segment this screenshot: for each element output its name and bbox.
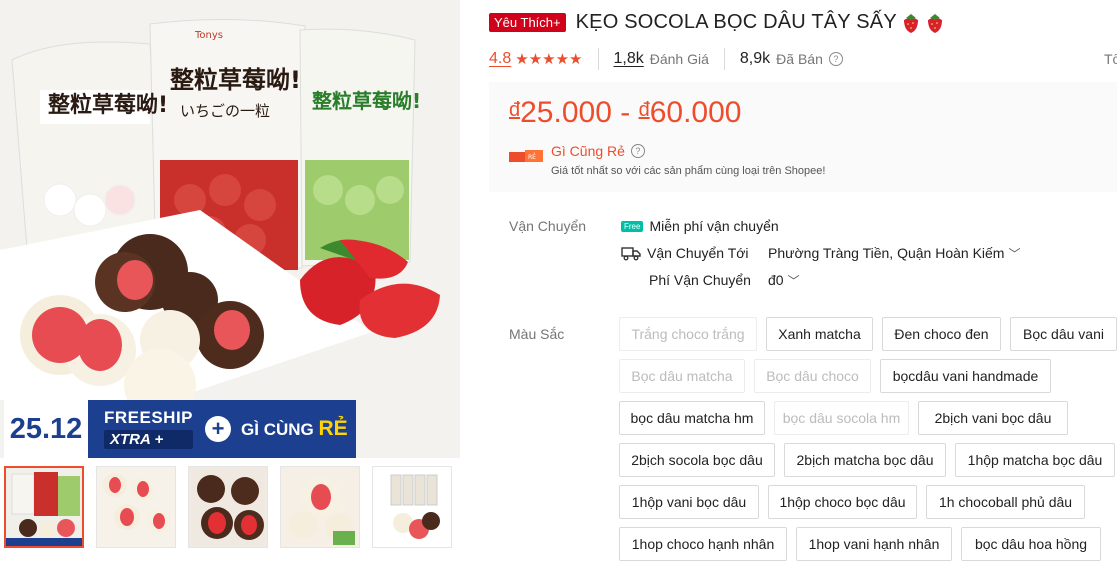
promo-cheap-text: GÌ CÙNG RẺ bbox=[241, 417, 348, 440]
main-product-image[interactable]: 整粒草莓呦! 整粒草莓呦! 整粒草莓呦! いちごの一粒 Tonys bbox=[0, 0, 460, 458]
variation-option[interactable]: Đen choco đen bbox=[882, 317, 1001, 351]
variation-option[interactable]: bọc dâu hoa hồng bbox=[961, 527, 1101, 561]
svg-text:Tonys: Tonys bbox=[194, 30, 223, 41]
variation-option: Trắng choco trắng bbox=[619, 317, 757, 351]
chevron-down-icon: ﹀ bbox=[787, 274, 800, 288]
variation-option[interactable]: 1hop choco hạnh nhân bbox=[619, 527, 787, 561]
truck-icon bbox=[621, 247, 641, 261]
free-shipping-icon: Free bbox=[621, 220, 644, 232]
variation-option[interactable]: 2bịch vani bọc dâu bbox=[918, 401, 1068, 435]
strawberry-icon bbox=[903, 13, 918, 33]
thumbnail-3[interactable] bbox=[188, 466, 268, 548]
svg-text:整粒草莓呦!: 整粒草莓呦! bbox=[170, 66, 301, 94]
plus-icon: + bbox=[205, 416, 232, 442]
thumbnail-5[interactable] bbox=[372, 466, 452, 548]
thumbnail-2[interactable] bbox=[96, 466, 176, 548]
shipping-fee-label: Phí Vận Chuyển bbox=[649, 272, 751, 288]
variation-option: bọc dâu socola hm bbox=[774, 401, 909, 435]
chevron-down-icon: ﹀ bbox=[1008, 247, 1021, 261]
bag-green bbox=[299, 28, 416, 267]
promo-freeship: FREESHIP XTRA + bbox=[104, 408, 194, 449]
variation-option[interactable]: 1hộp vani bọc dâu bbox=[619, 485, 759, 519]
variation-option[interactable]: 1hộp matcha bọc dâu bbox=[955, 443, 1115, 477]
variation-option[interactable]: 1h chocoball phủ dâu bbox=[926, 485, 1085, 519]
gi-cung-re-description: Giá tốt nhất so với các sản phẩm cùng lo… bbox=[551, 165, 826, 177]
svg-text:RẺ: RẺ bbox=[528, 153, 536, 161]
svg-text:整粒草莓呦!: 整粒草莓呦! bbox=[311, 89, 421, 113]
rating-score[interactable]: 4.8 bbox=[489, 50, 511, 68]
help-icon[interactable]: ? bbox=[828, 52, 843, 66]
variation-option: Bọc dâu choco bbox=[754, 359, 871, 393]
variation-option[interactable]: Xanh matcha bbox=[766, 317, 873, 351]
variation-option[interactable]: 2bịch matcha bọc dâu bbox=[784, 443, 946, 477]
rating-stars: ★★★★★ bbox=[515, 51, 583, 68]
rating-row: 4.8 ★★★★★ 1,8k Đánh Giá 8,9k Đã Bán ? bbox=[489, 48, 843, 70]
variation-option[interactable]: bọcdâu vani handmade bbox=[880, 359, 1051, 393]
reviews-count[interactable]: 1,8k bbox=[614, 50, 644, 68]
title-row: Yêu Thích+ KẸO SOCOLA BỌC DÂU TÂY SẤY bbox=[489, 11, 945, 34]
variation-option: Bọc dâu matcha bbox=[619, 359, 745, 393]
divider bbox=[597, 48, 599, 70]
shipping-label: Vận Chuyển bbox=[509, 218, 587, 234]
reviews-label: Đánh Giá bbox=[649, 51, 709, 67]
variation-option[interactable]: Bọc dâu vani bbox=[1010, 317, 1117, 351]
promo-banner[interactable]: 25.12 FREESHIP XTRA + + GÌ CÙNG RẺ bbox=[4, 400, 356, 458]
price-box: đ25.000 - đ60.000 RẺ Gì Cũng Rẻ ? Giá tố… bbox=[489, 82, 1117, 192]
promo-date: 25.12 bbox=[4, 400, 88, 458]
product-title: KẸO SOCOLA BỌC DÂU TÂY SẤY bbox=[575, 11, 897, 33]
product-photo: 整粒草莓呦! 整粒草莓呦! 整粒草莓呦! いちごの一粒 Tonys bbox=[0, 0, 460, 458]
sold-label: Đã Bán bbox=[776, 51, 823, 67]
sold-count: 8,9k bbox=[739, 50, 771, 67]
divider bbox=[723, 48, 725, 70]
svg-text:整粒草莓呦!: 整粒草莓呦! bbox=[48, 92, 168, 118]
thumbnail-4[interactable] bbox=[280, 466, 360, 548]
ship-to-address-dropdown[interactable]: Phường Tràng Tiền, Quận Hoàn Kiếm ﹀ bbox=[768, 245, 1020, 262]
gi-cung-re-logo: RẺ bbox=[509, 150, 543, 162]
xtra-label: XTRA + bbox=[104, 430, 194, 449]
shipping-fee-dropdown[interactable]: đ0 ﹀ bbox=[768, 272, 800, 289]
variation-option[interactable]: 1hop vani hạnh nhân bbox=[796, 527, 952, 561]
help-icon[interactable]: ? bbox=[630, 144, 645, 158]
price-range: đ25.000 - đ60.000 bbox=[509, 96, 742, 129]
ship-to-label: Vận Chuyển Tới bbox=[621, 245, 749, 261]
variation-option[interactable]: bọc dâu matcha hm bbox=[619, 401, 765, 435]
variation-option[interactable]: 2bịch socola bọc dâu bbox=[619, 443, 775, 477]
freeship-label: FREESHIP bbox=[104, 408, 194, 427]
thumbnail-1[interactable] bbox=[4, 466, 84, 548]
gi-cung-re-title[interactable]: Gì Cũng Rẻ ? bbox=[551, 143, 645, 159]
favorite-plus-badge: Yêu Thích+ bbox=[489, 13, 566, 32]
variation-option[interactable]: 1hộp choco bọc dâu bbox=[768, 485, 917, 519]
svg-text:いちごの一粒: いちごの一粒 bbox=[180, 102, 270, 120]
report-link-truncated[interactable]: Tố bbox=[1104, 51, 1117, 67]
strawberry-icon bbox=[927, 13, 942, 33]
color-label: Màu Sắc bbox=[509, 326, 565, 342]
thumbnail-strip bbox=[4, 466, 452, 548]
product-info-panel: Yêu Thích+ KẸO SOCOLA BỌC DÂU TÂY SẤY 4.… bbox=[489, 0, 1117, 561]
free-shipping: Free Miễn phí vận chuyển bbox=[621, 218, 779, 234]
